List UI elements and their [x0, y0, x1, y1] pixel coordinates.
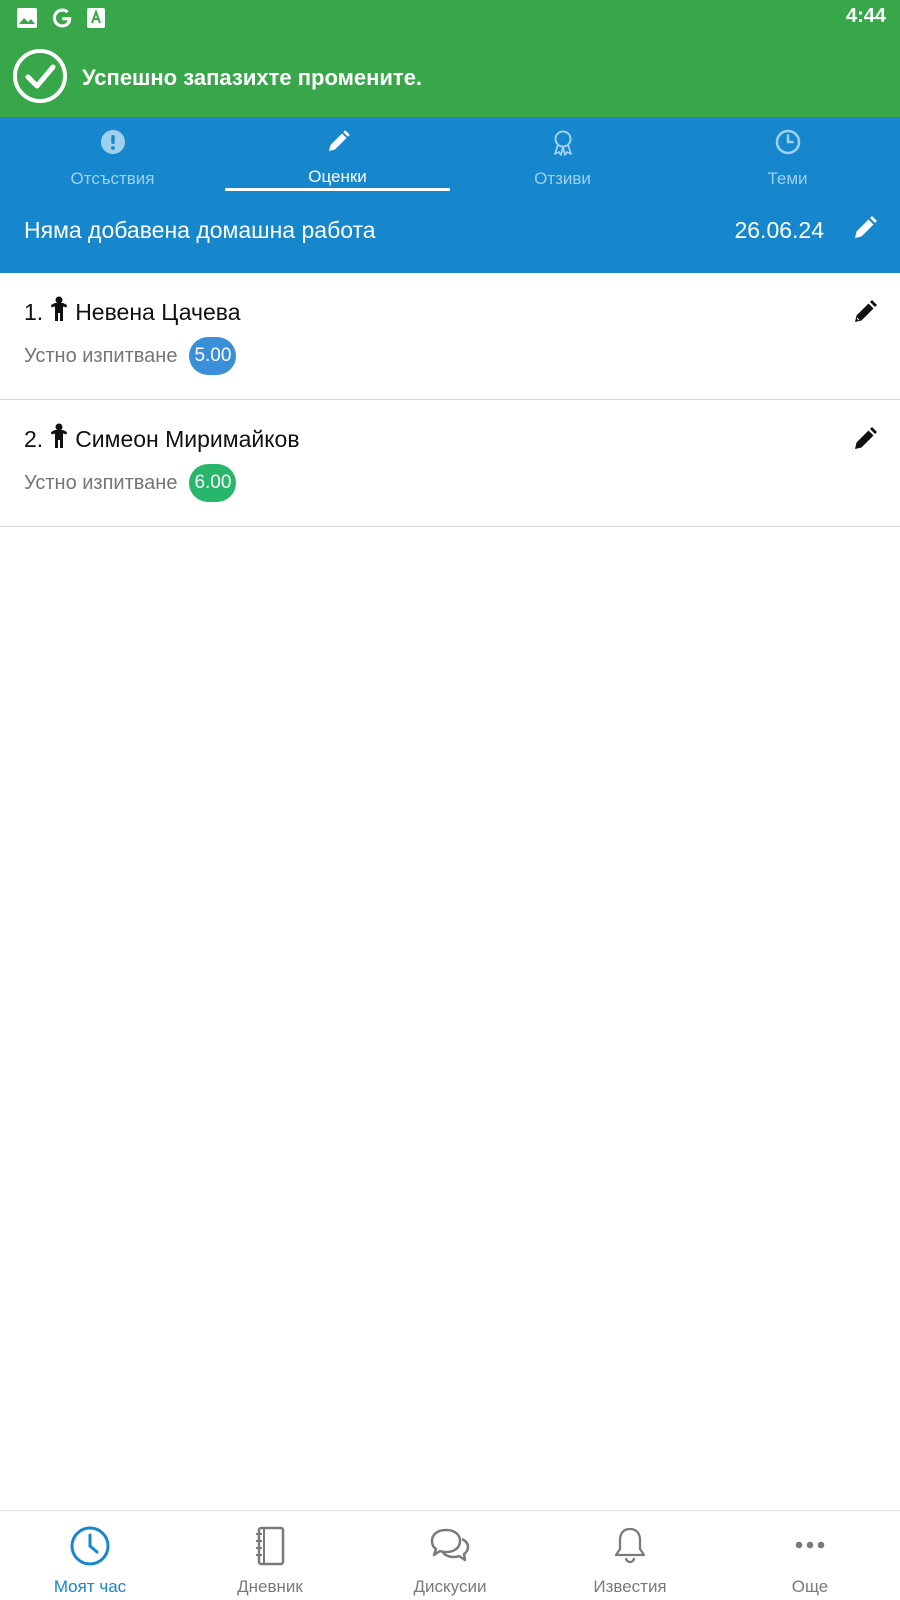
pencil-icon — [325, 129, 351, 160]
tab-label: Теми — [767, 169, 808, 188]
nav-label: Дневник — [237, 1577, 303, 1596]
tab-label: Отсъствия — [70, 169, 155, 188]
student-name: Симеон Миримайков — [75, 425, 300, 452]
check-circle-icon — [12, 48, 68, 109]
tab-label: Оценки — [308, 167, 367, 186]
grade-type: Устно изпитване — [24, 344, 178, 367]
grade-type: Устно изпитване — [24, 471, 178, 494]
clock-icon — [775, 129, 801, 160]
status-bar: 4:44 Успешно запазихте промените. — [0, 0, 900, 117]
tab-feedback[interactable]: Отзиви — [450, 117, 675, 193]
pencil-icon — [852, 216, 878, 245]
ribbon-award-icon — [550, 129, 576, 162]
student-name: Невена Цачева — [75, 298, 241, 325]
edit-homework-button[interactable] — [852, 215, 878, 246]
status-icons — [16, 6, 106, 30]
child-icon — [49, 423, 69, 455]
more-dots-icon — [790, 1525, 830, 1570]
google-icon — [50, 6, 74, 30]
nav-label: Още — [791, 1577, 829, 1596]
student-number: 1. — [24, 298, 44, 325]
bottom-navigation: Моят час Дневник Дискусии Известия Още — [0, 1510, 900, 1600]
edit-grade-button[interactable] — [852, 299, 878, 330]
homework-text: Няма добавена домашна работа — [24, 217, 376, 243]
notebook-icon — [250, 1525, 290, 1572]
list-item[interactable]: 2. Симеон Миримайков Устно изпитване 6.0… — [0, 400, 900, 527]
status-time: 4:44 — [845, 5, 886, 27]
clock-icon — [69, 1525, 111, 1572]
nav-diary[interactable]: Дневник — [180, 1511, 360, 1600]
tab-topics[interactable]: Теми — [675, 117, 900, 193]
nav-discussions[interactable]: Дискусии — [360, 1511, 540, 1600]
tab-absences[interactable]: Отсъствия — [0, 117, 225, 193]
exclamation-circle-icon — [100, 129, 126, 160]
font-a-icon — [86, 7, 106, 29]
grade-line: Устно изпитване 5.00 — [24, 337, 237, 375]
pencil-icon — [852, 300, 878, 329]
lesson-date: 26.06.24 — [734, 217, 824, 243]
tab-grades[interactable]: Оценки — [225, 117, 450, 193]
grade-badge[interactable]: 5.00 — [189, 337, 237, 375]
nav-notifications[interactable]: Известия — [540, 1511, 720, 1600]
tab-bar: Отсъствия Оценки Отзиви Теми — [0, 117, 900, 193]
tab-label: Отзиви — [534, 169, 591, 188]
toast-message: Успешно запазихте промените. — [82, 65, 423, 90]
nav-more[interactable]: Още — [720, 1511, 900, 1600]
success-toast: Успешно запазихте промените. — [12, 48, 423, 109]
bell-icon — [612, 1525, 648, 1570]
nav-label: Известия — [593, 1577, 667, 1596]
student-grade-list: 1. Невена Цачева Устно изпитване 5.00 2.… — [0, 273, 900, 527]
grade-badge[interactable]: 6.00 — [189, 464, 237, 502]
nav-label: Моят час — [53, 1577, 127, 1596]
pencil-icon — [852, 427, 878, 456]
student-number: 2. — [24, 425, 44, 452]
student-name-line: 1. Невена Цачева — [24, 296, 241, 328]
homework-row: Няма добавена домашна работа 26.06.24 — [0, 213, 900, 257]
active-tab-indicator — [225, 188, 450, 191]
child-icon — [49, 296, 69, 328]
nav-label: Дискусии — [413, 1577, 487, 1596]
nav-my-lesson[interactable]: Моят час — [0, 1511, 180, 1600]
edit-grade-button[interactable] — [852, 426, 878, 457]
grade-line: Устно изпитване 6.00 — [24, 464, 237, 502]
chat-bubbles-icon — [428, 1525, 472, 1572]
student-name-line: 2. Симеон Миримайков — [24, 423, 300, 455]
list-item[interactable]: 1. Невена Цачева Устно изпитване 5.00 — [0, 273, 900, 400]
image-icon — [16, 7, 38, 29]
lesson-header: Отсъствия Оценки Отзиви Теми Няма добаве… — [0, 117, 900, 273]
